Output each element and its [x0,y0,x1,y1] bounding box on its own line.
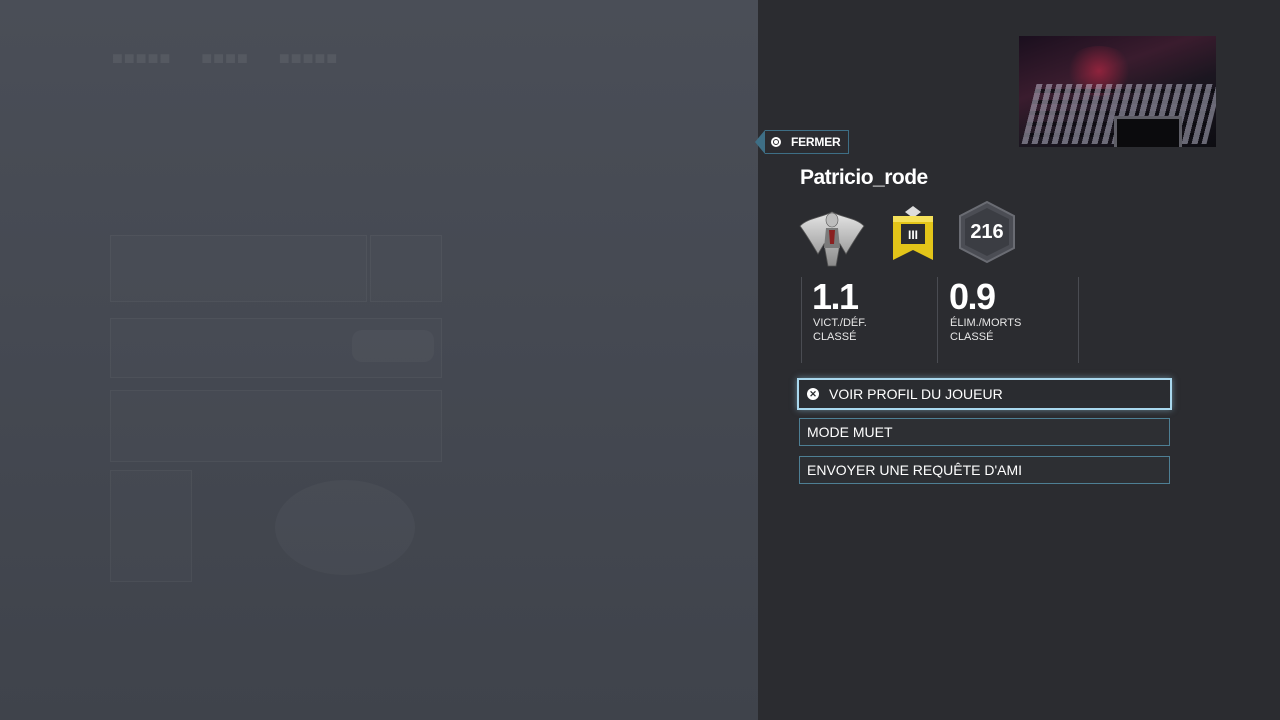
background-panel [110,390,442,462]
background-shape [352,330,434,362]
player-level: 216 [970,221,1004,243]
view-profile-button[interactable]: ✕ VOIR PROFIL DU JOUEUR [797,378,1172,410]
win-loss-label: VICT./DÉF. CLASSÉ [813,316,867,344]
stat-divider [937,277,938,363]
kill-death-label-line1: ÉLIM./MORTS [950,317,1022,329]
background-nav-item: ■■■■■ [278,48,339,68]
alpha-pack-icon: III [893,206,933,260]
player-name: Patricio_rode [800,166,928,189]
close-button-arrow [755,130,765,154]
background-nav-item: ■■■■■ [112,48,172,68]
webcam-overlay [1019,36,1216,147]
cross-button-icon: ✕ [807,388,819,400]
close-button-box: FERMER [765,130,850,154]
win-loss-label-line2: CLASSÉ [813,331,857,343]
background-nav: ■■■■■ ■■■■ ■■■■■ [112,48,338,69]
background-panel [110,470,192,582]
circle-button-icon [771,137,781,147]
mute-label: MODE MUET [807,424,893,440]
mute-button[interactable]: MODE MUET [799,418,1170,446]
kill-death-value: 0.9 [949,276,996,317]
webcam-touchpad [1114,116,1182,147]
stat-divider [1078,277,1079,363]
svg-text:III: III [908,228,918,242]
close-button-label: FERMER [791,135,841,149]
friend-request-label: ENVOYER UNE REQUÊTE D'AMI [807,462,1023,478]
background-nav-item: ■■■■ [201,48,249,68]
win-loss-value: 1.1 [812,276,859,317]
background-blurred-menu: ■■■■■ ■■■■ ■■■■■ [0,0,758,720]
win-loss-label-line1: VICT./DÉF. [813,317,867,329]
friend-request-button[interactable]: ENVOYER UNE REQUÊTE D'AMI [799,456,1170,484]
stat-divider [801,277,802,363]
kill-death-label: ÉLIM./MORTS CLASSÉ [950,316,1021,344]
kill-death-label-line2: CLASSÉ [950,331,994,343]
background-logo [275,480,415,575]
close-button[interactable]: FERMER [755,130,850,154]
view-profile-label: VOIR PROFIL DU JOUEUR [829,386,1003,402]
background-panel [110,235,367,302]
background-panel [370,235,442,302]
rank-icon [799,211,865,267]
